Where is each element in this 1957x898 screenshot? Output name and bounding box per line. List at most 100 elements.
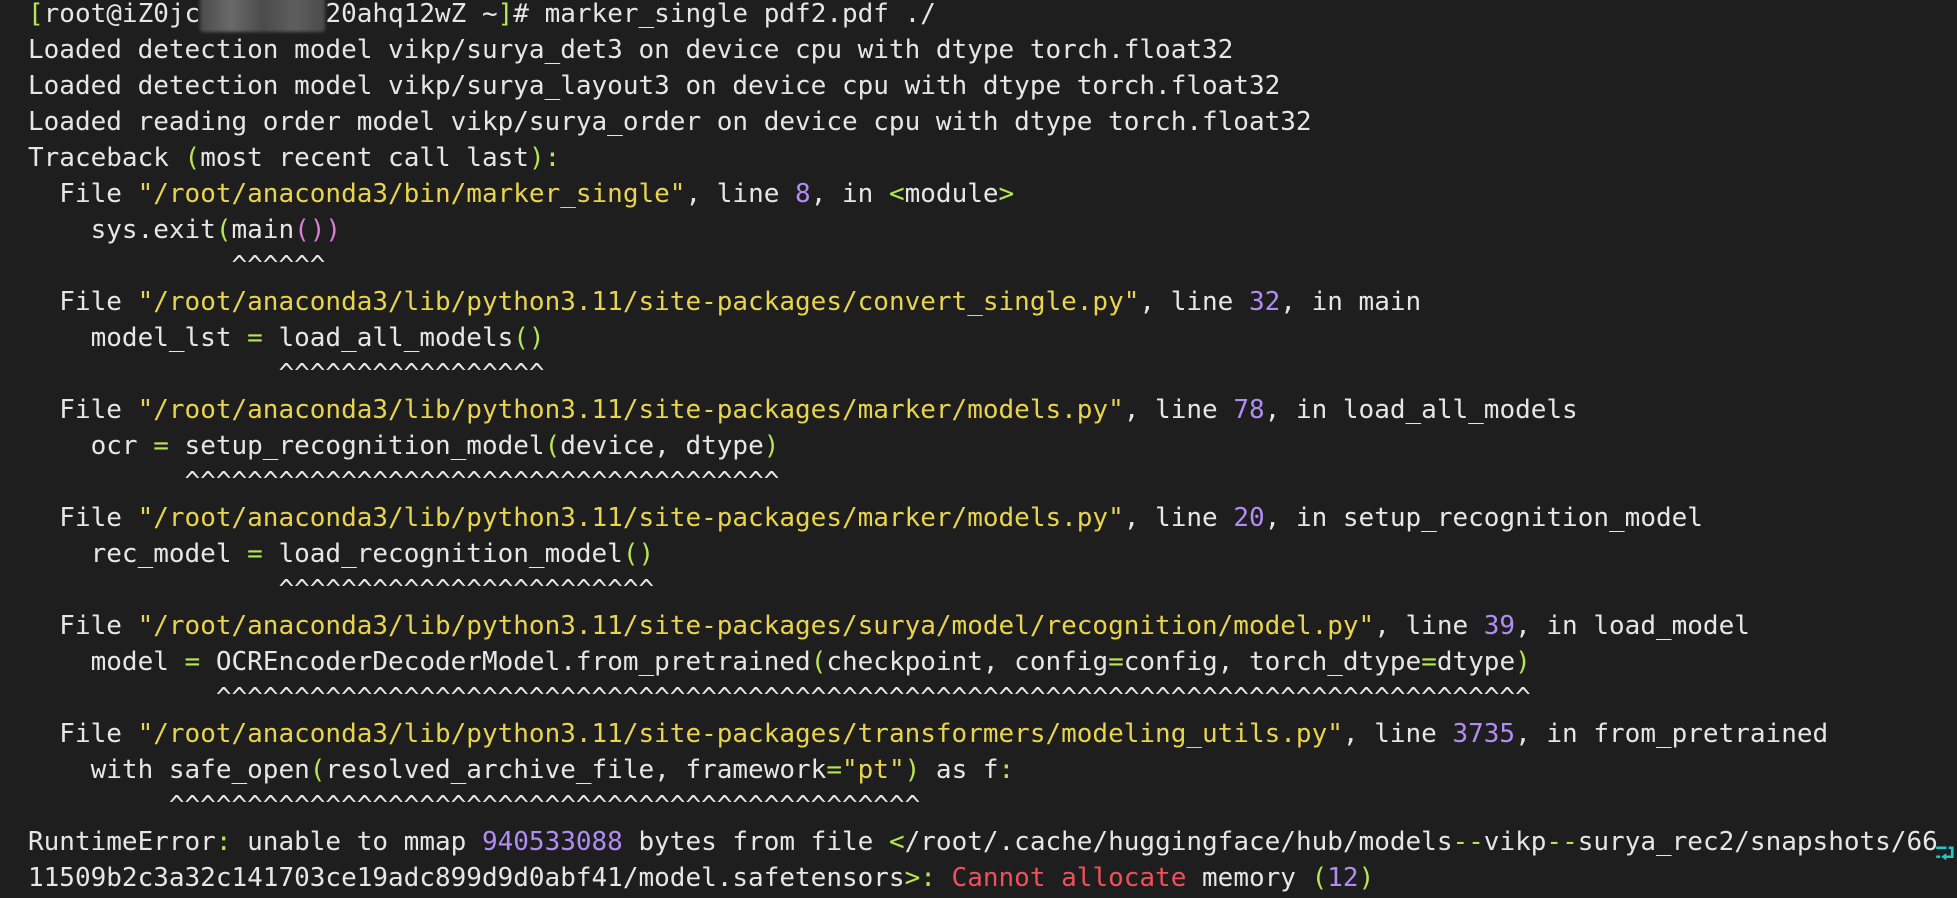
terminal-text-segment: -- (1452, 827, 1484, 857)
terminal-line: rec_model = load_recognition_model() (28, 536, 655, 572)
terminal-text-segment: root@iZ0jc (43, 0, 201, 29)
terminal-text-segment: "/root/anaconda3/bin/marker_single" (137, 179, 686, 209)
terminal-text-segment: : (215, 827, 232, 857)
terminal-text-segment: config, torch_dtype (1123, 647, 1422, 677)
terminal-text-segment: surya_rec2/snapshots/66 (1577, 827, 1938, 857)
terminal-text-segment: : (998, 755, 1015, 785)
terminal-text-segment: Loaded reading order model vikp/surya_or… (28, 107, 1312, 137)
terminal-text-segment: >: (904, 863, 936, 893)
terminal-text-segment: Loaded detection model vikp/surya_det3 o… (28, 35, 1234, 65)
terminal-text-segment: vikp (1483, 827, 1547, 857)
terminal-text-segment: , in load_all_models (1264, 395, 1578, 425)
terminal-text-segment: load_all_models (262, 323, 514, 353)
terminal-line: 11509b2c3a32c141703ce19adc899d9d0abf41/m… (28, 860, 1374, 896)
terminal-text-segment: < (888, 179, 905, 209)
terminal-text-segment: module (904, 179, 999, 209)
terminal-line: Loaded reading order model vikp/surya_or… (28, 104, 1312, 140)
terminal-text-segment: Loaded detection model vikp/surya_layout… (28, 71, 1281, 101)
terminal-text-segment: 8 (795, 179, 811, 209)
terminal-text-segment: ( (309, 755, 326, 785)
terminal-text-segment: = (247, 539, 263, 569)
terminal-line: ^^^^^^^^^^^^^^^^^^^^^^^^ (28, 572, 654, 608)
terminal-text-segment: "/root/anaconda3/lib/python3.11/site-pac… (137, 719, 1343, 749)
terminal-line: with safe_open(resolved_archive_file, fr… (28, 752, 1015, 788)
terminal-text-segment: 78 (1233, 395, 1265, 425)
terminal-text-segment: = (184, 647, 201, 677)
terminal-text-segment: ( (544, 431, 561, 461)
terminal-text-segment: ^^^^^^^^^^^^^^^^^^^^^^^^^^^^^^^^^^^^^^^^… (28, 683, 1531, 713)
terminal-text-segment: 3735 (1452, 719, 1516, 749)
terminal-text-segment: Traceback (28, 143, 185, 173)
terminal-text-segment: ): (528, 143, 561, 173)
terminal-text-segment: sys.exit (28, 215, 216, 245)
terminal-text-segment: ( (184, 143, 201, 173)
terminal-text-segment: dtype (1436, 647, 1516, 677)
terminal-text-segment: , line (1139, 287, 1249, 317)
terminal-text-segment: model (28, 647, 185, 677)
terminal-line: File "/root/anaconda3/lib/python3.11/sit… (28, 500, 1703, 536)
terminal-text-segment: , in setup_recognition_model (1264, 503, 1703, 533)
terminal-text-segment: File (28, 179, 138, 209)
terminal-text-segment: /root/.cache/huggingface/hub/models (904, 827, 1453, 857)
terminal-text-segment: ( (1311, 863, 1328, 893)
terminal-text-segment: ] (497, 0, 514, 29)
terminal-line: model_lst = load_all_models() (28, 320, 545, 356)
terminal-text-segment: Cannot allocate (935, 863, 1187, 893)
terminal-text-segment: main (231, 215, 295, 245)
terminal-text-segment: , in (810, 179, 889, 209)
terminal-text-segment: OCREncoderDecoderModel.from_pretrained (200, 647, 811, 677)
terminal-text-segment: checkpoint, config (826, 647, 1109, 677)
terminal-window[interactable]: [root@iZ0jcxxxxxxxx20ahq12wZ ~]# marker_… (0, 0, 1957, 898)
terminal-text-segment: device, dtype (560, 431, 764, 461)
terminal-text-segment: -- (1546, 827, 1578, 857)
terminal-text-segment: > (998, 179, 1015, 209)
line-wrap-icon: ⮒ (1934, 839, 1955, 869)
terminal-text-segment: unable to mmap (231, 827, 482, 857)
terminal-text-segment: [ (28, 0, 44, 29)
terminal-text-segment: "/root/anaconda3/lib/python3.11/site-pac… (137, 287, 1140, 317)
terminal-text-segment: 39 (1483, 611, 1516, 641)
terminal-text-segment: ^^^^^^^^^^^^^^^^^ (28, 359, 545, 389)
terminal-line: File "/root/anaconda3/lib/python3.11/sit… (28, 284, 1421, 320)
terminal-line: [root@iZ0jcxxxxxxxx20ahq12wZ ~]# marker_… (28, 0, 936, 32)
terminal-text-segment: ( (215, 215, 232, 245)
terminal-text-segment: , line (1374, 611, 1484, 641)
terminal-text-segment: ) (763, 431, 780, 461)
terminal-text-segment: () (622, 539, 655, 569)
terminal-text-segment: as f (920, 755, 999, 785)
terminal-text-segment: 12 (1327, 863, 1359, 893)
terminal-text-segment: = (153, 431, 169, 461)
terminal-text-segment: () (513, 323, 545, 353)
terminal-text-segment: ^^^^^^ (28, 251, 326, 281)
terminal-line: Loaded detection model vikp/surya_layout… (28, 68, 1280, 104)
terminal-text-segment: = (1108, 647, 1124, 677)
terminal-text-segment: = (1421, 647, 1437, 677)
terminal-text-segment: 20ahq12wZ ~ (325, 0, 498, 29)
terminal-line: File "/root/anaconda3/lib/python3.11/sit… (28, 716, 1828, 752)
terminal-text-segment: ) (1358, 863, 1375, 893)
terminal-line: File "/root/anaconda3/bin/marker_single"… (28, 176, 1014, 212)
terminal-text-segment: , line (685, 179, 796, 209)
terminal-text-segment: 11509b2c3a32c141703ce19adc899d9d0abf41/m… (28, 863, 905, 893)
terminal-text-segment: "/root/anaconda3/lib/python3.11/site-pac… (137, 395, 1124, 425)
terminal-line: ^^^^^^^^^^^^^^^^^^^^^^^^^^^^^^^^^^^^^^ (28, 464, 780, 500)
terminal-text-segment: , in main (1280, 287, 1422, 317)
terminal-text-segment: , in from_pretrained (1515, 719, 1829, 749)
terminal-text-segment: RuntimeError (28, 827, 216, 857)
terminal-text-segment: File (28, 395, 138, 425)
terminal-text-segment: with safe_open (28, 755, 310, 785)
terminal-line: Loaded detection model vikp/surya_det3 o… (28, 32, 1233, 68)
terminal-line: model = OCREncoderDecoderModel.from_pret… (28, 644, 1531, 680)
terminal-text-segment: = (826, 755, 842, 785)
redacted-text: xxxxxxxx (200, 0, 326, 32)
terminal-line: ocr = setup_recognition_model(device, dt… (28, 428, 780, 464)
terminal-text-segment: 32 (1248, 287, 1281, 317)
terminal-text-segment: 940533088 (481, 827, 623, 857)
terminal-text-segment: < (888, 827, 905, 857)
terminal-text-segment: model_lst (28, 323, 248, 353)
terminal-text-segment: File (28, 719, 138, 749)
terminal-line: ^^^^^^ (28, 248, 325, 284)
terminal-line: File "/root/anaconda3/lib/python3.11/sit… (28, 392, 1578, 428)
terminal-text-segment: ()) (294, 215, 342, 245)
terminal-text-segment: , line (1123, 395, 1234, 425)
